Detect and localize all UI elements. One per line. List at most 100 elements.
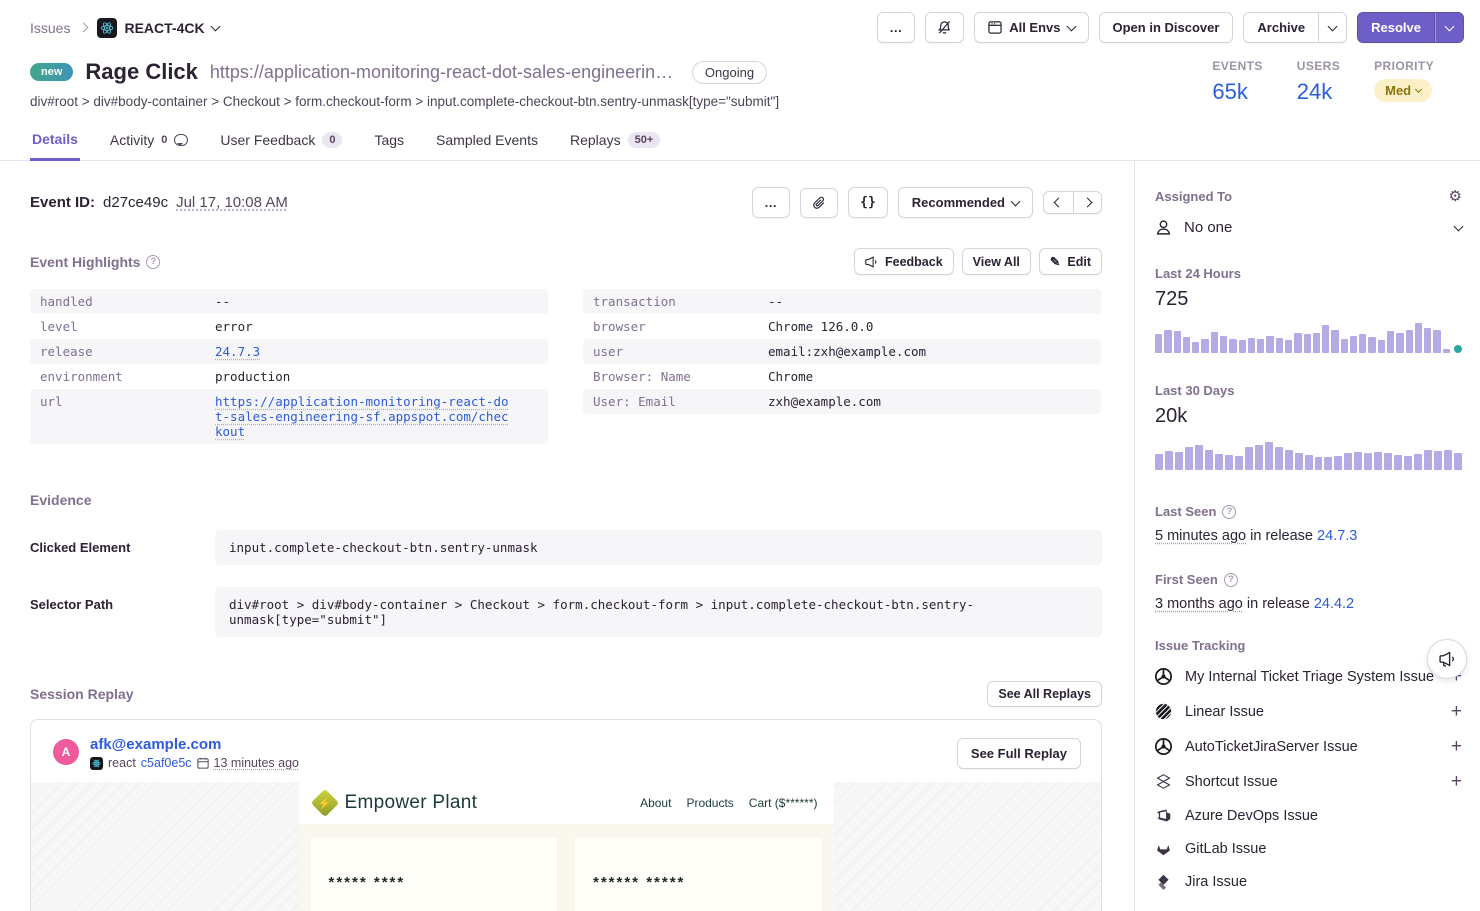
tab-tags[interactable]: Tags bbox=[372, 123, 406, 160]
open-in-discover-button[interactable]: Open in Discover bbox=[1099, 12, 1234, 43]
environment-filter-button[interactable]: All Envs bbox=[974, 12, 1088, 43]
add-issue-button[interactable]: + bbox=[1451, 737, 1462, 756]
last-seen-release-link[interactable]: 24.7.3 bbox=[1317, 528, 1357, 544]
tracking-item-label[interactable]: AutoTicketJiraServer Issue bbox=[1185, 739, 1438, 755]
add-issue-button[interactable]: + bbox=[1451, 702, 1462, 721]
last-30-days-count: 20k bbox=[1155, 405, 1462, 428]
kv-value: zxh@example.com bbox=[768, 394, 881, 409]
chevron-right-icon bbox=[1083, 198, 1093, 208]
assignee-selector[interactable]: No one bbox=[1155, 219, 1462, 236]
resolve-dropdown-button[interactable] bbox=[1435, 12, 1464, 43]
project-selector[interactable]: REACT-4CK bbox=[97, 18, 218, 38]
replay-product-card: ****** ***** **** ****** ***** *** *****… bbox=[575, 838, 822, 911]
see-all-replays-button[interactable]: See All Replays bbox=[987, 681, 1102, 707]
release-link[interactable]: 24.7.3 bbox=[215, 344, 260, 359]
tracking-item-label[interactable]: Azure DevOps Issue bbox=[1185, 808, 1462, 824]
first-seen-mid: in release bbox=[1247, 596, 1310, 612]
help-icon[interactable]: ? bbox=[1222, 505, 1236, 519]
replay-id-link[interactable]: c5af0e5c bbox=[141, 756, 192, 770]
more-icon: … bbox=[764, 195, 778, 210]
priority-value: Med bbox=[1385, 83, 1411, 98]
tab-activity[interactable]: Activity0 bbox=[108, 123, 190, 160]
event-highlights-title: Event Highlights bbox=[30, 254, 140, 270]
last-seen-time[interactable]: 5 minutes ago bbox=[1155, 528, 1246, 544]
chart-bar bbox=[1334, 456, 1342, 470]
list-item: My Internal Ticket Triage System Issue + bbox=[1155, 659, 1462, 694]
view-json-button[interactable]: {} bbox=[848, 187, 888, 218]
mute-notifications-button[interactable] bbox=[925, 12, 964, 43]
view-all-button[interactable]: View All bbox=[962, 248, 1031, 275]
tracking-item-label[interactable]: GitLab Issue bbox=[1185, 841, 1462, 857]
chart-bar bbox=[1344, 453, 1352, 470]
priority-selector[interactable]: Med bbox=[1374, 79, 1432, 102]
kv-value: -- bbox=[215, 294, 230, 309]
chart-bar bbox=[1239, 340, 1246, 353]
shortcut-icon bbox=[1155, 773, 1172, 790]
event-more-button[interactable]: … bbox=[752, 187, 790, 218]
replay-user-link[interactable]: afk@example.com bbox=[90, 736, 299, 753]
kv-value: Chrome 126.0.0 bbox=[768, 319, 873, 334]
header-actions: … All Envs Open in Discover Archive Reso… bbox=[877, 12, 1464, 43]
next-event-button[interactable] bbox=[1074, 191, 1102, 214]
feedback-button[interactable]: Feedback bbox=[854, 248, 954, 275]
add-issue-button[interactable]: + bbox=[1451, 772, 1462, 791]
tab-sampled-events[interactable]: Sampled Events bbox=[434, 123, 540, 160]
users-count[interactable]: 24k bbox=[1297, 79, 1340, 105]
previous-event-button[interactable] bbox=[1043, 191, 1074, 214]
archive-button[interactable]: Archive bbox=[1243, 12, 1319, 43]
url-link[interactable]: https://application-monitoring-react-dot… bbox=[215, 394, 510, 439]
kv-key: transaction bbox=[593, 294, 768, 309]
tracking-item-label[interactable]: Linear Issue bbox=[1185, 704, 1438, 720]
kv-key: User: Email bbox=[593, 394, 768, 409]
first-seen-time[interactable]: 3 months ago bbox=[1155, 596, 1243, 612]
tracking-item-label[interactable]: My Internal Ticket Triage System Issue bbox=[1185, 669, 1438, 685]
bell-slash-icon bbox=[937, 20, 952, 35]
edit-button[interactable]: ✎ Edit bbox=[1039, 248, 1102, 275]
table-row: useremail:zxh@example.com bbox=[583, 339, 1101, 364]
chart-bar bbox=[1185, 447, 1193, 470]
help-icon[interactable]: ? bbox=[146, 255, 160, 269]
chart-bar bbox=[1155, 454, 1163, 470]
gear-icon[interactable]: ⚙ bbox=[1449, 187, 1462, 205]
chart-bar bbox=[1275, 447, 1283, 470]
tracking-item-label[interactable]: Jira Issue bbox=[1185, 874, 1462, 890]
replay-product-card: ***** **** *** **** **** *** ******* Add… bbox=[311, 838, 558, 911]
status-badge[interactable]: Ongoing bbox=[692, 61, 767, 84]
see-full-replay-button[interactable]: See Full Replay bbox=[957, 738, 1081, 769]
event-selector-dropdown[interactable]: Recommended bbox=[898, 187, 1033, 218]
product-title-masked: ****** ***** bbox=[593, 874, 804, 891]
paperclip-icon bbox=[812, 196, 826, 210]
resolve-button[interactable]: Resolve bbox=[1357, 12, 1435, 43]
chart-bar bbox=[1285, 340, 1292, 353]
breadcrumb-issues-link[interactable]: Issues bbox=[30, 20, 70, 36]
chart-bar bbox=[1424, 328, 1431, 353]
tab-activity-count: 0 bbox=[161, 134, 167, 146]
issue-tabs: Details Activity0 User Feedback0 Tags Sa… bbox=[0, 123, 1480, 161]
events-count[interactable]: 65k bbox=[1212, 79, 1262, 105]
last-30-days-chart bbox=[1155, 440, 1462, 470]
first-seen-release-link[interactable]: 24.4.2 bbox=[1314, 596, 1354, 612]
archive-dropdown-button[interactable] bbox=[1319, 12, 1347, 43]
tab-user-feedback[interactable]: User Feedback0 bbox=[218, 123, 344, 160]
jira-icon bbox=[1155, 873, 1172, 890]
copy-link-button[interactable] bbox=[800, 188, 838, 218]
issue-stats: EVENTS 65k USERS 24k PRIORITY Med bbox=[1212, 59, 1450, 109]
tab-details[interactable]: Details bbox=[30, 123, 80, 161]
replay-viewport[interactable]: ⚡ Empower Plant About Products Cart ($**… bbox=[31, 782, 1101, 911]
floating-feedback-button[interactable] bbox=[1427, 639, 1467, 679]
environment-filter-label: All Envs bbox=[1009, 20, 1060, 35]
chart-bar bbox=[1444, 450, 1452, 470]
chart-bar bbox=[1201, 339, 1208, 353]
more-options-button[interactable]: … bbox=[877, 12, 915, 43]
kv-value: production bbox=[215, 369, 290, 384]
help-icon[interactable]: ? bbox=[1224, 573, 1238, 587]
replay-nav-products: Products bbox=[686, 796, 733, 810]
chart-bar bbox=[1322, 325, 1329, 354]
tab-replays[interactable]: Replays50+ bbox=[568, 123, 662, 160]
evidence-row-clicked-element: Clicked Element input.complete-checkout-… bbox=[30, 530, 1102, 565]
braces-icon: {} bbox=[860, 195, 876, 210]
tracking-item-label[interactable]: Shortcut Issue bbox=[1185, 774, 1438, 790]
event-timestamp[interactable]: Jul 17, 10:08 AM bbox=[176, 194, 288, 211]
replay-time-ago[interactable]: 13 minutes ago bbox=[214, 756, 299, 770]
pencil-icon: ✎ bbox=[1050, 254, 1060, 269]
